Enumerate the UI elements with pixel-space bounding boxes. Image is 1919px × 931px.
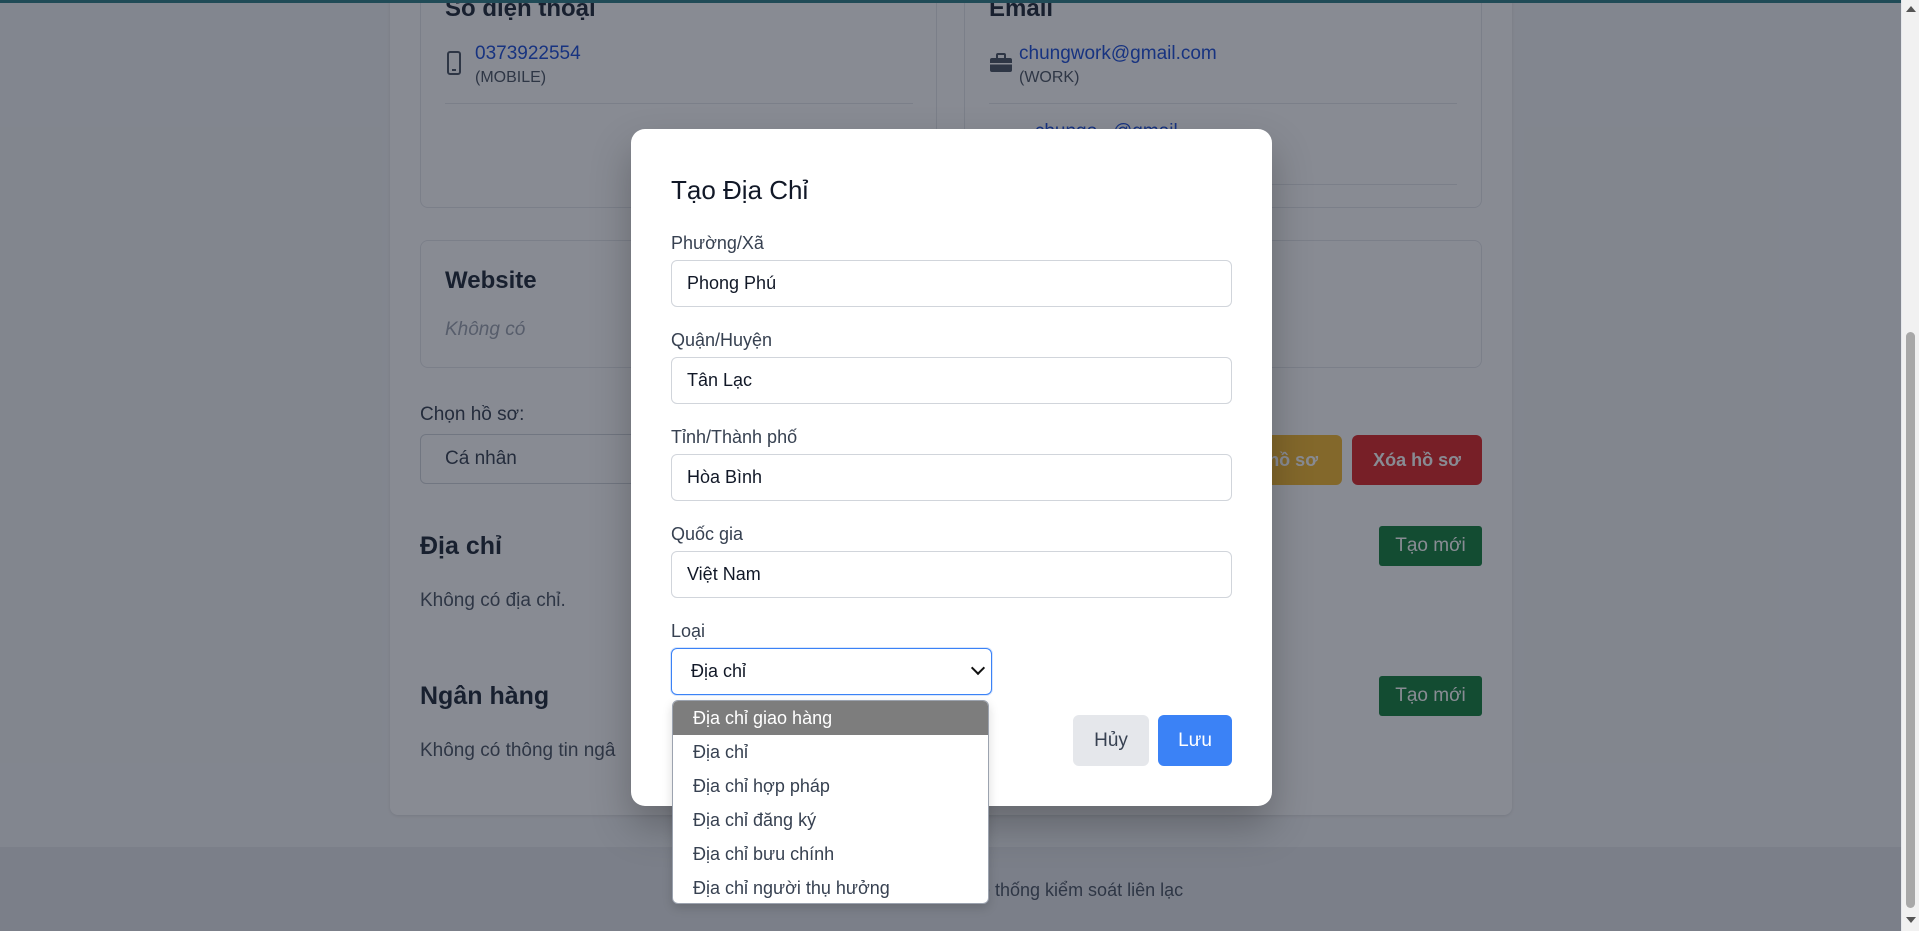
- dropdown-option[interactable]: Địa chỉ bưu chính: [673, 837, 988, 871]
- save-button-label: Lưu: [1178, 729, 1212, 751]
- scroll-down-arrow-icon[interactable]: [1906, 917, 1916, 923]
- modal-title: Tạo Địa Chỉ: [671, 175, 809, 205]
- scroll-thumb[interactable]: [1906, 332, 1915, 908]
- chevron-down-icon: [970, 660, 986, 676]
- type-select-value: Địa chỉ: [691, 661, 747, 681]
- save-button[interactable]: Lưu: [1158, 715, 1232, 766]
- type-select[interactable]: Địa chỉ: [671, 648, 992, 695]
- dropdown-option[interactable]: Địa chỉ: [673, 735, 988, 769]
- dropdown-option[interactable]: Địa chỉ hợp pháp: [673, 769, 988, 803]
- cancel-button[interactable]: Hủy: [1073, 715, 1149, 766]
- ward-input[interactable]: [671, 260, 1232, 307]
- type-label: Loại: [671, 621, 706, 641]
- province-label: Tỉnh/Thành phố: [671, 427, 798, 447]
- district-label: Quận/Huyện: [671, 330, 773, 350]
- ward-label: Phường/Xã: [671, 233, 764, 253]
- district-input[interactable]: [671, 357, 1232, 404]
- dropdown-option[interactable]: Địa chỉ đăng ký: [673, 803, 988, 837]
- type-dropdown-list: Địa chỉ giao hàng Địa chỉ Địa chỉ hợp ph…: [672, 700, 989, 904]
- scroll-up-arrow-icon[interactable]: [1906, 6, 1916, 12]
- country-input[interactable]: [671, 551, 1232, 598]
- dropdown-option[interactable]: Địa chỉ người thụ hưởng: [673, 871, 988, 903]
- province-input[interactable]: [671, 454, 1232, 501]
- page-scrollbar[interactable]: [1901, 0, 1919, 931]
- dropdown-option[interactable]: Địa chỉ giao hàng: [673, 701, 988, 735]
- country-label: Quốc gia: [671, 524, 744, 544]
- cancel-button-label: Hủy: [1094, 729, 1128, 751]
